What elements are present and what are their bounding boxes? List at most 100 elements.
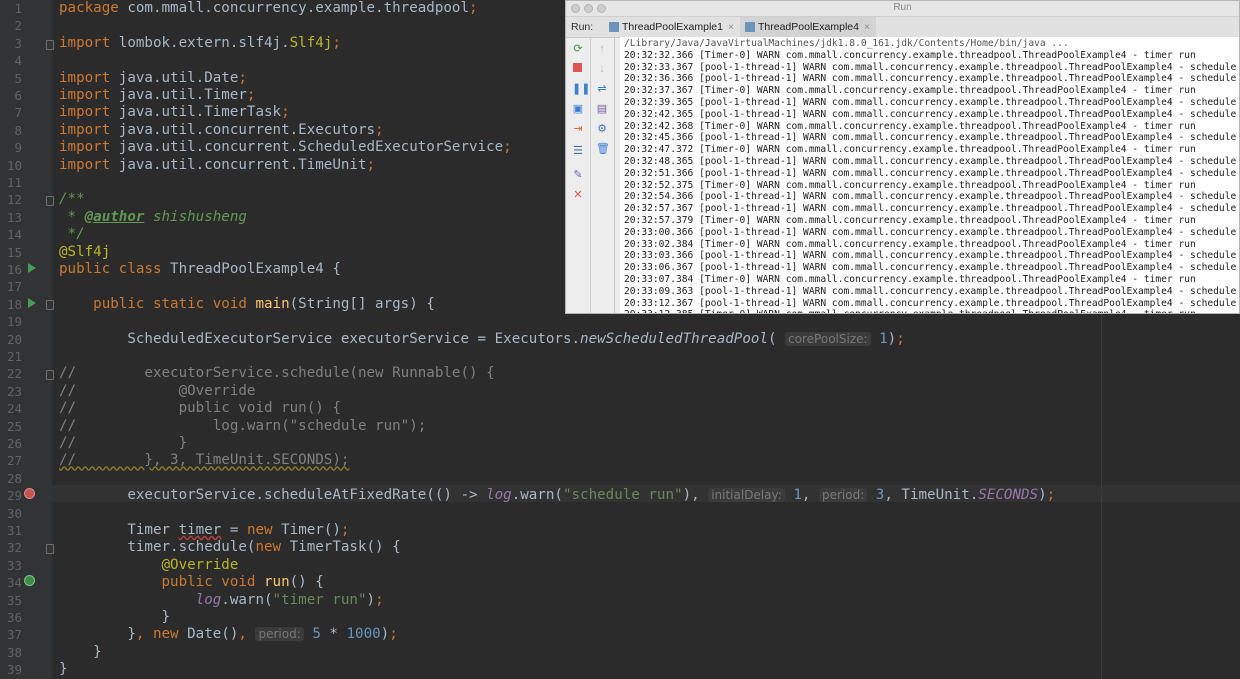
code-token: log <box>486 487 512 504</box>
code-token: // public void run() { <box>59 400 341 417</box>
tab-close-icon[interactable]: × <box>728 21 734 33</box>
log-line: 20:32:32.366 [Timer-0] WARN com.mmall.co… <box>624 49 1196 61</box>
line-number: 4 <box>14 53 22 69</box>
fold-timertask-icon[interactable] <box>46 544 54 554</box>
layout-icon[interactable]: ☰ <box>572 145 584 157</box>
exit-icon[interactable]: ⇥ <box>572 123 584 135</box>
fold-main-icon[interactable] <box>46 300 54 310</box>
code-line[interactable]: // @Override <box>59 383 255 400</box>
code-line[interactable]: @Slf4j <box>59 244 110 261</box>
down-arrow-icon[interactable]: ↓ <box>596 63 608 75</box>
breakpoint-icon[interactable] <box>24 488 35 499</box>
pin-icon[interactable]: ✎ <box>572 169 584 181</box>
tab-close-icon[interactable]: × <box>864 21 870 33</box>
log-line: 20:32:57.379 [Timer-0] WARN com.mmall.co… <box>624 214 1196 226</box>
code-line[interactable]: import lombok.extern.slf4j.Slf4j; <box>59 35 341 52</box>
soft-wrap-icon[interactable]: ⇌ <box>596 83 608 95</box>
line-number: 12 <box>6 192 22 208</box>
fold-comment-icon[interactable] <box>46 370 54 380</box>
run-class-gutter-icon[interactable] <box>28 263 36 273</box>
code-token: public static void <box>93 295 256 312</box>
code-line[interactable]: package com.mmall.concurrency.example.th… <box>59 0 478 17</box>
tab-threadpoolexample4[interactable]: ThreadPoolExample4 × <box>740 17 877 37</box>
code-line[interactable]: import java.util.Date; <box>59 70 247 87</box>
settings-icon[interactable]: ⚙ <box>596 123 608 135</box>
line-number: 24 <box>6 401 22 417</box>
code-line[interactable]: public class ThreadPoolExample4 { <box>59 261 341 278</box>
trash-icon[interactable]: 🗑 <box>596 143 610 155</box>
code-token: java.util.concurrent.Executors <box>118 121 376 138</box>
code-token: @Override <box>161 556 239 573</box>
code-line[interactable]: import java.util.TimerTask; <box>59 104 290 121</box>
line-number: 9 <box>14 140 22 156</box>
line-number: 25 <box>6 418 22 434</box>
code-line[interactable]: import java.util.concurrent.Executors; <box>59 122 384 139</box>
code-line[interactable]: // executorService.schedule(new Runnable… <box>59 365 495 382</box>
up-arrow-icon[interactable]: ↑ <box>596 43 608 55</box>
code-line[interactable]: timer.schedule(new TimerTask() { <box>59 539 400 556</box>
code-line[interactable]: } <box>59 661 68 678</box>
run-tool-window[interactable]: Run Run: ThreadPoolExample1 × ThreadPoolE… <box>565 0 1240 314</box>
run-label: Run: <box>571 21 594 33</box>
code-line[interactable]: // } <box>59 435 187 452</box>
code-line[interactable]: } <box>59 644 102 661</box>
code-line[interactable]: /** <box>59 191 85 208</box>
code-line[interactable]: public void run() { <box>59 574 324 591</box>
code-line[interactable]: executorService.scheduleAtFixedRate(() -… <box>59 487 1055 504</box>
code-line[interactable]: import java.util.Timer; <box>59 87 255 104</box>
code-line[interactable]: @Override <box>59 556 239 574</box>
code-token: ThreadPoolExample4 { <box>170 261 341 277</box>
code-token: , <box>135 626 153 643</box>
code-token: import <box>59 104 119 121</box>
run-toolbar-secondary: ↑ ↓ ⇌ ▤ ⚙ 🗑 <box>590 37 615 313</box>
line-number: 30 <box>6 505 22 521</box>
code-token: } <box>59 643 102 660</box>
code-line[interactable]: * @author shishusheng <box>59 209 247 226</box>
line-number: 22 <box>6 366 22 382</box>
tab-label: ThreadPoolExample4 <box>758 21 859 33</box>
tab-threadpoolexample1[interactable]: ThreadPoolExample1 × <box>604 17 740 37</box>
run-window-titlebar[interactable]: Run <box>566 1 1239 17</box>
code-token: @Slf4j <box>59 243 111 260</box>
code-line[interactable]: ScheduledExecutorService executorService… <box>59 331 904 348</box>
code-token: Timer <box>59 522 179 538</box>
line-number: 17 <box>6 279 22 295</box>
close-icon[interactable]: ✕ <box>572 189 584 201</box>
run-tabbar: Run: ThreadPoolExample1 × ThreadPoolExamp… <box>566 17 1239 38</box>
print-icon[interactable]: ▤ <box>596 103 608 115</box>
stop-icon[interactable] <box>573 63 582 72</box>
log-line: 20:32:48.365 [pool-1-thread-1] WARN com.… <box>624 155 1239 167</box>
code-line[interactable]: // log.warn("schedule run"); <box>59 418 426 435</box>
code-line[interactable]: }, new Date(), period: 5 * 1000); <box>59 626 397 643</box>
run-toolbar-primary: ⟳ ❚❚ ▣ ⇥ ☰ ✎ ✕ <box>566 37 591 313</box>
pause-icon[interactable]: ❚❚ <box>572 83 590 95</box>
fold-imports-icon[interactable] <box>46 40 54 50</box>
code-line[interactable]: // }, 3, TimeUnit.SECONDS); <box>59 452 349 469</box>
code-line[interactable]: import java.util.concurrent.ScheduledExe… <box>59 139 512 156</box>
log-line: 20:33:07.384 [Timer-0] WARN com.mmall.co… <box>624 273 1196 285</box>
code-token: Slf4j <box>289 34 333 51</box>
code-line[interactable]: log.warn("timer run"); <box>59 592 384 609</box>
code-token: ) <box>380 626 390 643</box>
code-token: Date() <box>187 626 239 643</box>
parameter-hint: period: <box>818 488 868 503</box>
override-method-icon[interactable] <box>24 575 35 586</box>
code-line[interactable]: import java.util.concurrent.TimeUnit; <box>59 157 375 174</box>
code-line[interactable]: public static void main(String[] args) { <box>59 296 435 313</box>
fold-doc-icon[interactable] <box>46 196 54 206</box>
code-token: java.util.concurrent.TimeUnit <box>118 156 367 173</box>
line-number: 2 <box>14 18 22 34</box>
run-main-gutter-icon[interactable] <box>28 298 36 308</box>
code-line[interactable]: */ <box>59 226 85 243</box>
code-token: SECONDS <box>978 487 1039 504</box>
dump-threads-icon[interactable]: ▣ <box>572 103 584 115</box>
code-line[interactable]: // public void run() { <box>59 400 341 417</box>
code-line[interactable]: } <box>59 609 170 626</box>
console-output[interactable]: /Library/Java/JavaVirtualMachines/jdk1.8… <box>620 37 1239 313</box>
rerun-icon[interactable]: ⟳ <box>572 43 584 55</box>
code-token: (String[] args) { <box>289 295 435 312</box>
code-token: run <box>264 574 290 591</box>
code-line[interactable]: Timer timer = new Timer(); <box>59 522 349 539</box>
line-number: 3 <box>14 35 22 51</box>
